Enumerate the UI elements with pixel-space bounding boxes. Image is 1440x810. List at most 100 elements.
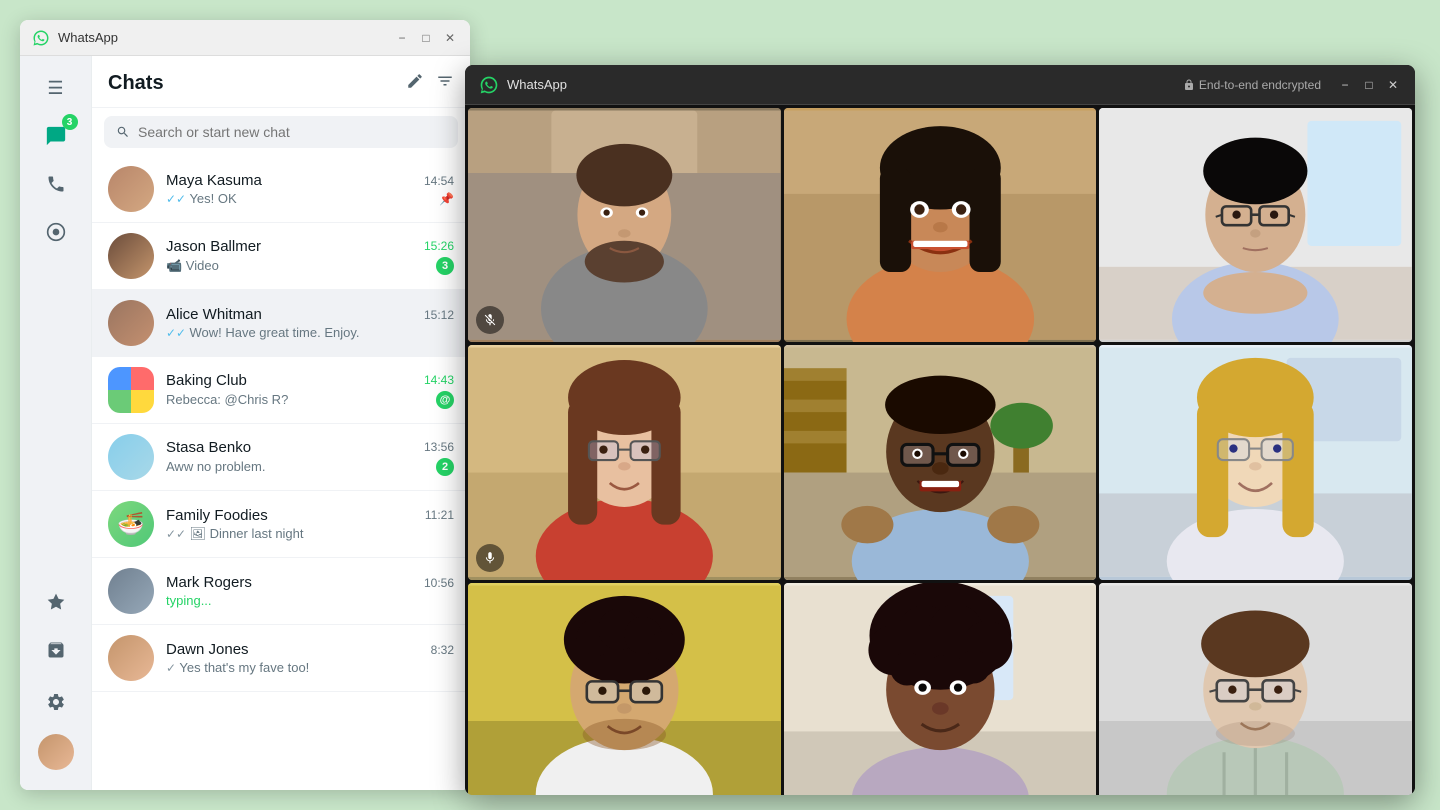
pin-icon-maya: 📌 <box>439 192 454 206</box>
chat-name-maya: Maya Kasuma <box>166 172 262 189</box>
chat-preview-baking: Rebecca: @Chris R? <box>166 392 288 407</box>
sidebar-item-archive[interactable] <box>36 630 76 670</box>
minimize-button[interactable]: − <box>394 30 410 46</box>
person-svg-6 <box>1099 345 1412 579</box>
chat-item-alice[interactable]: Alice Whitman 15:12 ✓✓ Wow! Have great t… <box>92 290 470 357</box>
chat-item-baking[interactable]: Baking Club 14:43 Rebecca: @Chris R? @ <box>92 357 470 424</box>
chat-preview-alice: ✓✓ Wow! Have great time. Enjoy. <box>166 325 359 340</box>
video-minimize-btn[interactable]: − <box>1337 77 1353 93</box>
chat-name-stasa: Stasa Benko <box>166 439 251 456</box>
main-window: WhatsApp − □ ✕ ☰ 3 <box>20 20 470 790</box>
sidebar-item-settings[interactable] <box>36 682 76 722</box>
chat-panel-header: Chats <box>92 56 470 108</box>
person-svg-2 <box>784 108 1097 342</box>
video-cell-3 <box>1099 108 1412 342</box>
avatar-stasa <box>108 434 154 480</box>
chat-item-stasa[interactable]: Stasa Benko 13:56 Aww no problem. 2 <box>92 424 470 491</box>
video-close-btn[interactable]: ✕ <box>1385 77 1401 93</box>
header-action-icons <box>406 72 454 95</box>
sidebar-item-chats[interactable]: 3 <box>36 116 76 156</box>
mention-badge-baking: @ <box>436 391 454 409</box>
video-cell-5[interactable] <box>784 345 1097 579</box>
avatar-baking <box>108 367 154 413</box>
chat-name-alice: Alice Whitman <box>166 306 262 323</box>
video-cell-2 <box>784 108 1097 342</box>
chat-info-alice: Alice Whitman 15:12 ✓✓ Wow! Have great t… <box>166 306 454 340</box>
sidebar-item-calls[interactable] <box>36 164 76 204</box>
person-svg-9 <box>1099 583 1412 795</box>
unread-badge-jason: 3 <box>436 257 454 275</box>
chat-preview-dawn: ✓ Yes that's my fave too! <box>166 660 309 675</box>
person-svg-8 <box>784 583 1097 795</box>
chat-list: Maya Kasuma 14:54 ✓✓ Yes! OK 📌 <box>92 156 470 790</box>
person-svg-5 <box>784 345 1097 579</box>
video-cell-6 <box>1099 345 1412 579</box>
sidebar: ☰ 3 <box>20 56 92 790</box>
chat-info-mark: Mark Rogers 10:56 typing... <box>166 574 454 608</box>
maximize-button[interactable]: □ <box>418 30 434 46</box>
avatar-mark <box>108 568 154 614</box>
video-cell-1 <box>468 108 781 342</box>
person-svg-1 <box>468 108 781 342</box>
chat-time-baking: 14:43 <box>424 373 454 387</box>
close-button[interactable]: ✕ <box>442 30 458 46</box>
participant-8 <box>784 583 1097 795</box>
chat-info-family: Family Foodies 11:21 ✓✓ 🖼 Dinner last ni… <box>166 507 454 542</box>
chat-name-jason: Jason Ballmer <box>166 238 261 255</box>
search-icon <box>116 125 130 139</box>
title-bar: WhatsApp − □ ✕ <box>20 20 470 56</box>
filter-icon[interactable] <box>436 72 454 95</box>
chat-name-dawn: Dawn Jones <box>166 641 249 658</box>
chats-badge: 3 <box>62 114 78 130</box>
avatar-alice <box>108 300 154 346</box>
avatar-jason <box>108 233 154 279</box>
video-cell-9 <box>1099 583 1412 795</box>
chat-info-jason: Jason Ballmer 15:26 📹 Video 3 <box>166 238 454 275</box>
video-call-window: WhatsApp End-to-end endcrypted − □ ✕ <box>465 65 1415 795</box>
window-controls: − □ ✕ <box>394 30 458 46</box>
video-window-title: WhatsApp <box>507 77 1183 92</box>
app-body: ☰ 3 <box>20 56 470 790</box>
chat-info-maya: Maya Kasuma 14:54 ✓✓ Yes! OK 📌 <box>166 172 454 206</box>
new-chat-icon[interactable] <box>406 72 424 95</box>
sidebar-item-status[interactable] <box>36 212 76 252</box>
participant-7 <box>468 583 781 795</box>
video-window-controls: − □ ✕ <box>1337 77 1401 93</box>
chat-name-mark: Mark Rogers <box>166 574 252 591</box>
chat-preview-mark: typing... <box>166 593 212 608</box>
sidebar-item-starred[interactable] <box>36 582 76 622</box>
video-grid <box>465 105 1415 795</box>
person-svg-7 <box>468 583 781 795</box>
user-avatar[interactable] <box>38 734 74 770</box>
chat-item-family[interactable]: 🍜 Family Foodies 11:21 ✓✓ 🖼 Dinner last … <box>92 491 470 558</box>
chat-preview-maya: ✓✓ Yes! OK <box>166 191 237 206</box>
chat-item-dawn[interactable]: Dawn Jones 8:32 ✓ Yes that's my fave too… <box>92 625 470 692</box>
avatar-family: 🍜 <box>108 501 154 547</box>
chat-preview-family: ✓✓ 🖼 Dinner last night <box>166 526 304 542</box>
participant-3 <box>1099 108 1412 342</box>
chat-name-baking: Baking Club <box>166 372 247 389</box>
lock-icon <box>1183 79 1195 91</box>
chat-time-family: 11:21 <box>425 508 454 522</box>
avatar-dawn <box>108 635 154 681</box>
participant-5 <box>784 345 1097 579</box>
chats-title: Chats <box>108 72 164 95</box>
search-box[interactable] <box>104 116 458 148</box>
video-title-bar: WhatsApp End-to-end endcrypted − □ ✕ <box>465 65 1415 105</box>
video-cell-8 <box>784 583 1097 795</box>
search-input[interactable] <box>138 124 446 140</box>
participant-1 <box>468 108 781 342</box>
menu-icon-item[interactable]: ☰ <box>36 68 76 108</box>
chat-item-mark[interactable]: Mark Rogers 10:56 typing... <box>92 558 470 625</box>
chat-time-alice: 15:12 <box>424 308 454 322</box>
participant-2 <box>784 108 1097 342</box>
unread-badge-stasa: 2 <box>436 458 454 476</box>
chat-item-maya[interactable]: Maya Kasuma 14:54 ✓✓ Yes! OK 📌 <box>92 156 470 223</box>
chat-item-jason[interactable]: Jason Ballmer 15:26 📹 Video 3 <box>92 223 470 290</box>
video-maximize-btn[interactable]: □ <box>1361 77 1377 93</box>
window-title: WhatsApp <box>58 30 394 45</box>
chat-name-family: Family Foodies <box>166 507 268 524</box>
whatsapp-logo <box>32 29 50 47</box>
chat-info-baking: Baking Club 14:43 Rebecca: @Chris R? @ <box>166 372 454 409</box>
chat-time-jason: 15:26 <box>424 239 454 253</box>
